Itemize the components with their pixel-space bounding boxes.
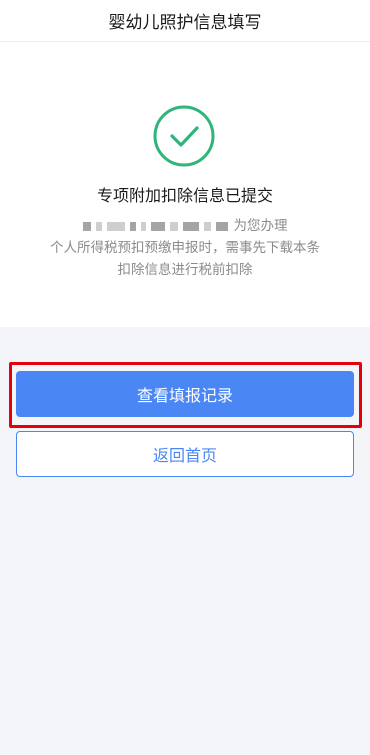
description-line-1: 为您办理 — [25, 215, 345, 237]
description-line-2: 个人所得税预扣预缴申报时，需事先下载本条 — [50, 240, 320, 256]
description-line-1-tail: 为您办理 — [233, 218, 288, 234]
check-circle-icon — [153, 105, 215, 167]
redacted-text — [82, 221, 228, 231]
description-line-3: 扣除信息进行税前扣除 — [117, 262, 253, 278]
back-home-button[interactable]: 返回首页 — [16, 431, 354, 477]
result-card: 专项附加扣除信息已提交 为您办理 个人所得税预扣预缴申报时，需事先下载本条 扣除… — [0, 42, 370, 327]
page-title: 婴幼儿照护信息填写 — [108, 13, 262, 33]
page-header: 婴幼儿照护信息填写 — [0, 0, 370, 42]
view-records-button[interactable]: 查看填报记录 — [16, 371, 354, 417]
result-description: 为您办理 个人所得税预扣预缴申报时，需事先下载本条 扣除信息进行税前扣除 — [25, 215, 345, 281]
result-title: 专项附加扣除信息已提交 — [96, 186, 273, 205]
